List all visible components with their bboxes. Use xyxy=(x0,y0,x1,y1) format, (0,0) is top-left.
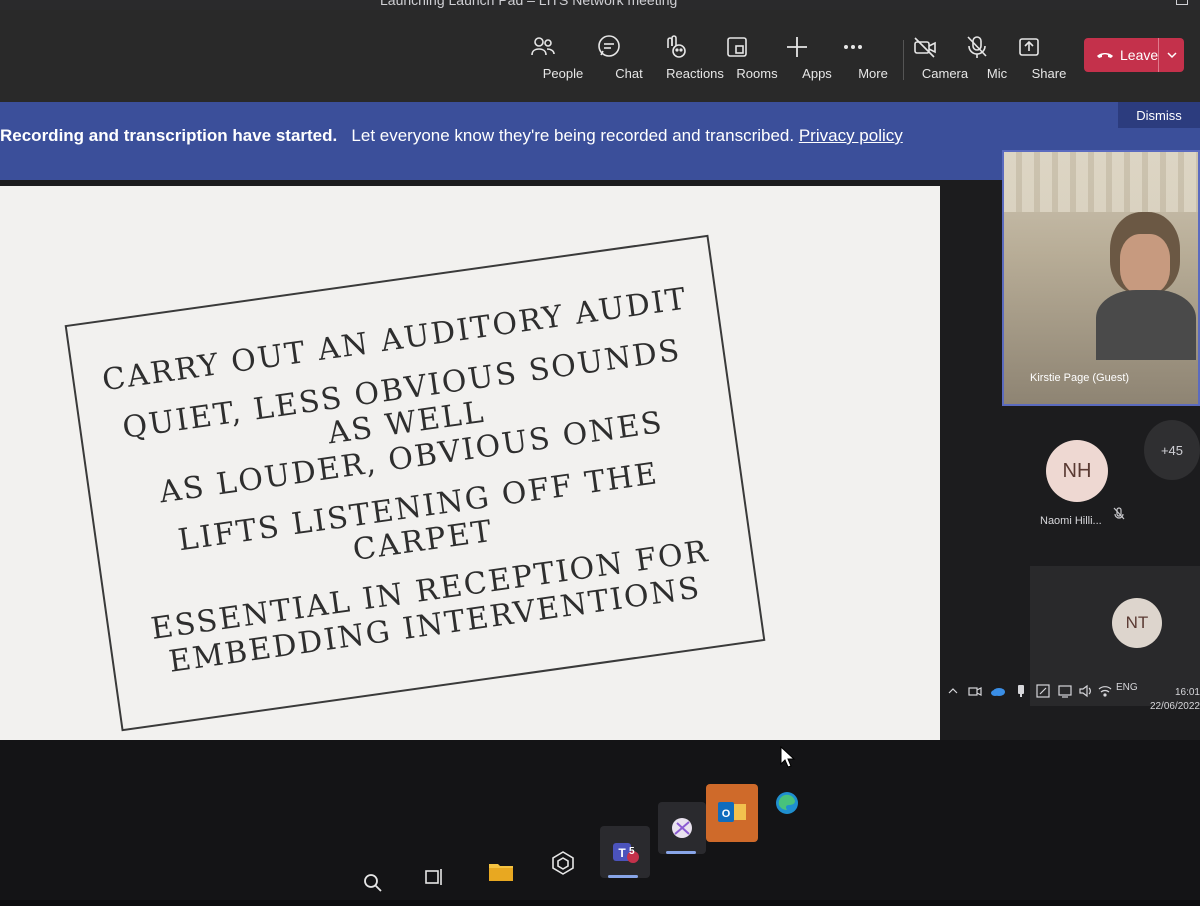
search-button[interactable] xyxy=(350,860,396,906)
share-button[interactable]: Share xyxy=(1016,34,1082,94)
privacy-policy-link[interactable]: Privacy policy xyxy=(799,126,903,145)
usb-icon[interactable] xyxy=(1014,684,1028,698)
teams-icon: T xyxy=(610,837,640,867)
shared-slide: CARRY OUT AN AUDITORY AUDIT QUIET, LESS … xyxy=(0,186,940,740)
people-icon xyxy=(530,34,596,60)
file-explorer-button[interactable] xyxy=(478,848,524,894)
more-participants-button[interactable]: +45 xyxy=(1144,420,1200,480)
more-icon xyxy=(840,34,906,60)
teams-taskbar-button[interactable]: T 5 xyxy=(600,826,650,878)
participant-video-tile[interactable]: Kirstie Page (Guest) xyxy=(1002,150,1200,406)
mic-off-icon xyxy=(1112,507,1126,521)
participant-video xyxy=(1096,212,1196,360)
participant-name: Kirstie Page (Guest) xyxy=(1030,372,1130,384)
leave-options[interactable] xyxy=(1158,38,1184,72)
chat-button[interactable]: Chat xyxy=(596,34,662,94)
chat-label: Chat xyxy=(615,66,643,81)
teams-badge: 5 xyxy=(629,846,635,857)
edge-icon xyxy=(773,789,801,817)
more-button[interactable]: More xyxy=(840,34,906,94)
people-button[interactable]: People xyxy=(530,34,596,94)
share-icon xyxy=(1016,34,1082,60)
avatar[interactable]: NH xyxy=(1046,440,1108,502)
leave-label: Leave xyxy=(1120,47,1159,63)
app-cube-button[interactable] xyxy=(540,840,586,886)
search-icon xyxy=(362,872,384,894)
screen-icon[interactable] xyxy=(1058,684,1072,698)
maximize-icon[interactable] xyxy=(1176,0,1188,5)
avatar-initials: NT xyxy=(1125,613,1149,632)
windows-taskbar: ENG 16:01 22/06/2022 T 5 O xyxy=(0,682,1200,900)
active-indicator xyxy=(666,851,696,854)
reactions-label: Reactions xyxy=(666,66,724,81)
wifi-icon[interactable] xyxy=(1098,684,1112,698)
chevron-down-icon xyxy=(1167,50,1177,60)
task-view-button[interactable] xyxy=(410,854,456,900)
banner-bold: Recording and transcription have started… xyxy=(0,126,338,145)
leave-button[interactable]: Leave xyxy=(1084,38,1184,72)
window-title-bar: Launching Launch Pad – LITS Network meet… xyxy=(0,0,1200,10)
meet-now-icon[interactable] xyxy=(968,684,982,698)
banner-message: Let everyone know they're being recorded… xyxy=(351,126,795,145)
file-explorer-icon xyxy=(488,860,514,882)
reactions-button[interactable]: Reactions xyxy=(662,34,728,94)
slide-text-box: CARRY OUT AN AUDITORY AUDIT QUIET, LESS … xyxy=(64,234,766,732)
svg-text:T: T xyxy=(618,846,626,860)
chat-icon xyxy=(596,34,662,60)
clock-date: 22/06/2022 xyxy=(1149,701,1200,712)
pen-icon[interactable] xyxy=(1036,684,1050,698)
more-label: More xyxy=(858,66,888,81)
banner-text: Recording and transcription have started… xyxy=(0,126,903,146)
task-view-icon xyxy=(422,866,444,888)
people-label: People xyxy=(542,66,584,81)
outlook-icon: O xyxy=(716,798,748,828)
avatar[interactable]: NT xyxy=(1112,598,1162,648)
rooms-button[interactable]: Rooms xyxy=(724,34,790,94)
toolbar-divider xyxy=(903,40,904,80)
snipping-tool-button[interactable] xyxy=(658,802,706,854)
more-participants-count: +45 xyxy=(1160,442,1184,458)
rooms-icon xyxy=(724,34,790,60)
dismiss-button[interactable]: Dismiss xyxy=(1118,102,1200,128)
onedrive-icon[interactable] xyxy=(990,684,1005,698)
window-title: Launching Launch Pad – LITS Network meet… xyxy=(380,0,678,8)
share-label: Share xyxy=(1031,66,1067,81)
clock-time: 16:01 xyxy=(1174,687,1200,698)
outlook-taskbar-button[interactable]: O xyxy=(706,784,758,842)
reactions-icon xyxy=(662,34,728,60)
snipping-tool-icon xyxy=(668,814,696,842)
avatar-initials: NH xyxy=(1062,459,1092,482)
active-indicator xyxy=(608,875,638,878)
volume-icon[interactable] xyxy=(1078,684,1092,698)
meeting-toolbar: People Chat Reactions Rooms Apps More Ca… xyxy=(0,10,1200,102)
chevron-up-icon[interactable] xyxy=(946,684,960,698)
edge-button[interactable] xyxy=(764,780,810,826)
svg-text:O: O xyxy=(722,808,731,820)
app-cube-icon xyxy=(550,850,576,876)
phone-hangup-icon xyxy=(1096,46,1114,64)
participant-name: Naomi Hilli... xyxy=(1040,515,1102,527)
rooms-label: Rooms xyxy=(736,66,778,81)
video-background xyxy=(1004,152,1198,212)
mouse-cursor xyxy=(780,745,796,768)
clock[interactable]: 16:01 22/06/2022 xyxy=(1132,686,1200,714)
leave-main[interactable]: Leave xyxy=(1084,38,1158,72)
